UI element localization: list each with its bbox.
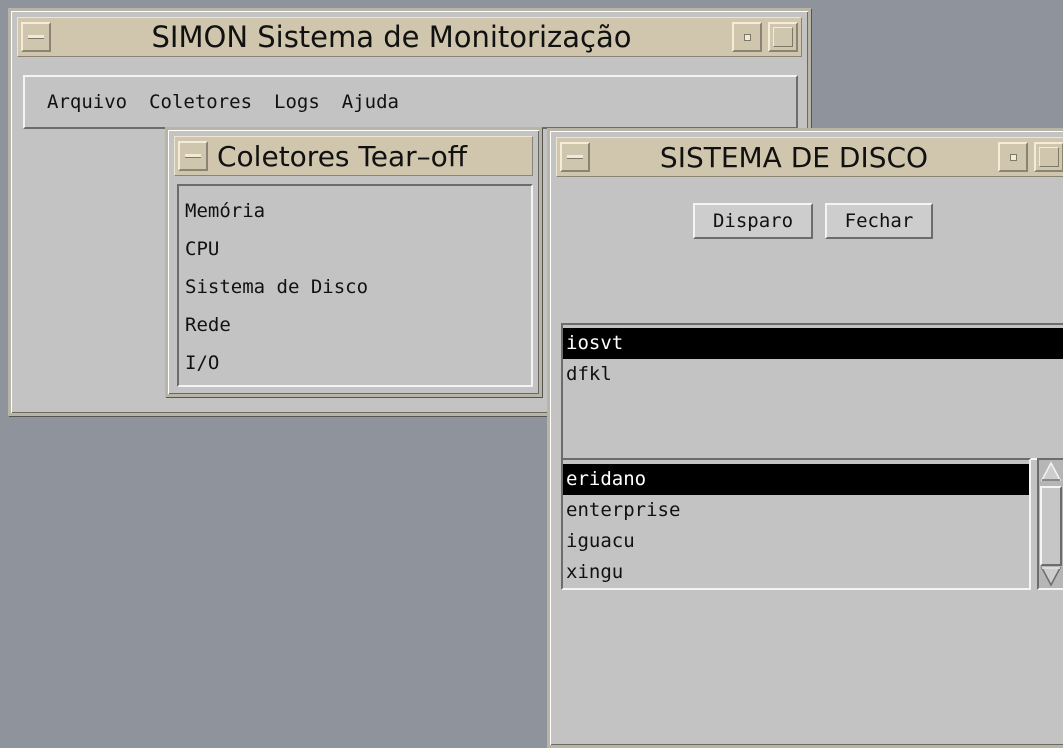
tearoff-item-sistema-de-disco[interactable]: Sistema de Disco	[179, 268, 531, 306]
tearoff-item-rede[interactable]: Rede	[179, 306, 531, 344]
maximize-icon[interactable]	[1034, 142, 1063, 172]
tearoff-item-memoria[interactable]: Memória	[179, 192, 531, 230]
list-item[interactable]: eridano	[563, 464, 1029, 495]
list-item[interactable]: dfkl	[563, 359, 1063, 390]
tearoff-item-io[interactable]: I/O	[179, 344, 531, 382]
window-menu-icon[interactable]	[560, 142, 590, 172]
tearoff-item-cpu[interactable]: CPU	[179, 230, 531, 268]
fechar-button[interactable]: Fechar	[825, 203, 933, 239]
disparo-button[interactable]: Disparo	[693, 203, 813, 239]
tearoff-window: Coletores Tear–off Memória CPU Sistema d…	[165, 127, 542, 397]
list-item[interactable]: iosvt	[563, 328, 1063, 359]
menu-coletores[interactable]: Coletores	[149, 91, 252, 113]
list-item[interactable]: iguacu	[563, 526, 1029, 557]
minimize-icon[interactable]	[732, 22, 762, 52]
disk-window-title: SISTEMA DE DISCO	[659, 140, 929, 174]
minimize-icon[interactable]	[998, 142, 1028, 172]
vertical-scrollbar[interactable]	[1037, 458, 1063, 590]
menu-ajuda[interactable]: Ajuda	[342, 91, 399, 113]
tearoff-menu: Memória CPU Sistema de Disco Rede I/O	[177, 184, 533, 387]
disk-list-top[interactable]: iosvt dfkl	[561, 323, 1063, 460]
list-item[interactable]: xingu	[563, 557, 1029, 588]
menu-bar: Arquivo Coletores Logs Ajuda	[23, 75, 798, 129]
maximize-icon[interactable]	[768, 22, 798, 52]
main-titlebar[interactable]: SIMON Sistema de Monitorização	[17, 17, 802, 57]
main-window-title: SIMON Sistema de Monitorização	[151, 20, 632, 54]
tearoff-titlebar[interactable]: Coletores Tear–off	[174, 136, 533, 176]
disk-titlebar[interactable]: SISTEMA DE DISCO	[556, 137, 1063, 177]
menu-logs[interactable]: Logs	[274, 91, 320, 113]
tearoff-window-title: Coletores Tear–off	[217, 139, 468, 173]
list-item[interactable]: enterprise	[563, 495, 1029, 526]
window-menu-icon[interactable]	[21, 22, 51, 52]
disk-list-bottom[interactable]: eridano enterprise iguacu xingu	[561, 458, 1031, 590]
window-menu-icon[interactable]	[178, 141, 208, 171]
menu-arquivo[interactable]: Arquivo	[47, 91, 127, 113]
scroll-thumb[interactable]	[1040, 486, 1062, 566]
scroll-up-arrow-icon[interactable]	[1039, 460, 1063, 484]
disk-window: SISTEMA DE DISCO Disparo Fechar iosvt df…	[547, 128, 1063, 748]
scroll-down-arrow-icon[interactable]	[1039, 564, 1063, 588]
